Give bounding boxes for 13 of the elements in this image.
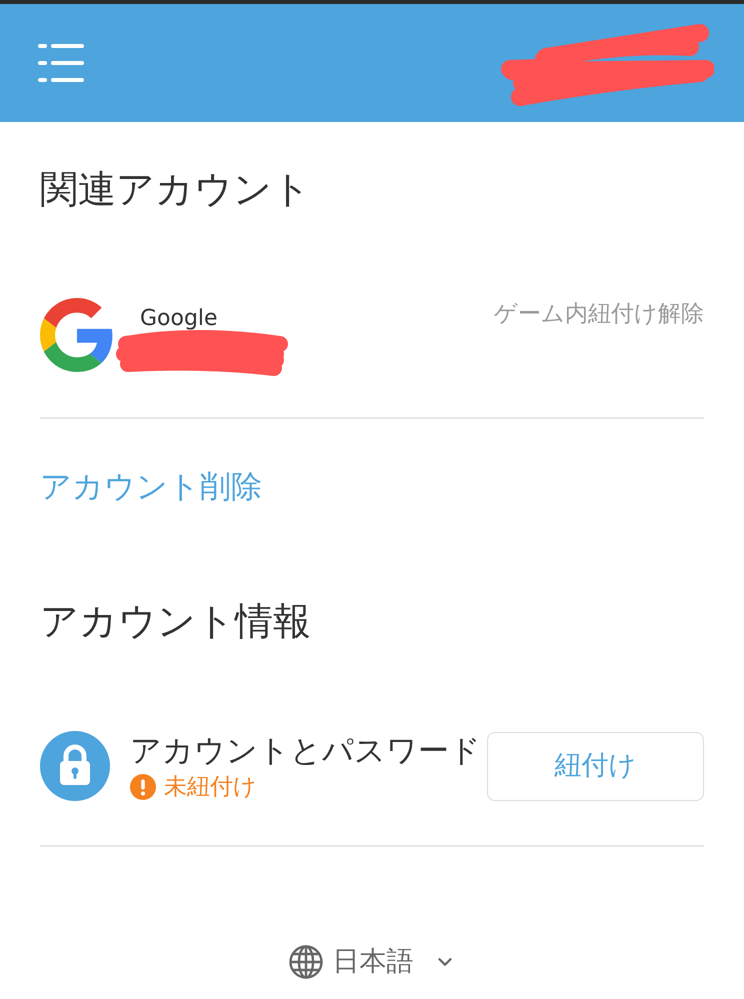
google-logo-icon <box>40 297 114 373</box>
section-title: アカウント情報 <box>40 598 311 644</box>
menu-icon[interactable] <box>38 43 84 83</box>
provider-name: Google <box>140 308 218 330</box>
padlock-icon <box>40 731 110 801</box>
link-status: 未紐付け <box>164 774 257 800</box>
section-title: 関連アカウント <box>40 166 311 212</box>
item-label: アカウントとパスワード <box>130 732 481 770</box>
globe-icon <box>288 945 322 979</box>
link-button[interactable]: 紐付け <box>487 732 704 800</box>
unlink-button[interactable]: ゲーム内紐付け解除 <box>494 300 704 328</box>
language-selector[interactable]: 日本語 <box>288 945 456 979</box>
delete-account-link[interactable]: アカウント削除 <box>40 469 262 505</box>
